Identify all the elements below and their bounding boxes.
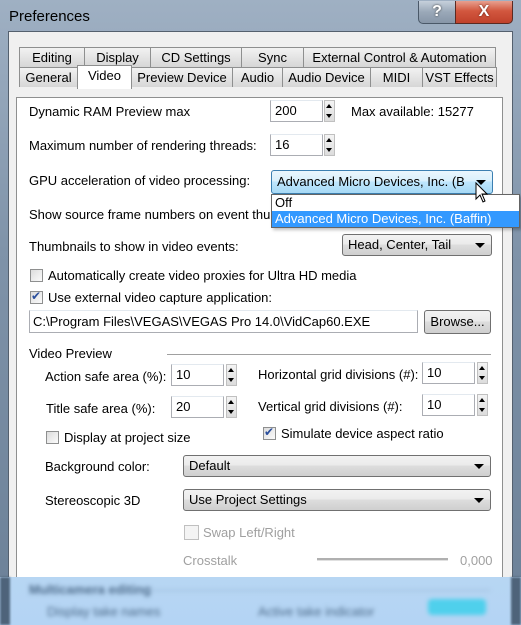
max-available-label: Max available: 15277 [351, 104, 474, 119]
background-color-dropdown[interactable]: Default [183, 455, 491, 477]
background-color-label: Background color: [45, 459, 150, 474]
swap-lr-label: Swap Left/Right [203, 525, 295, 540]
ram-preview-input[interactable]: 200 [270, 100, 323, 122]
render-threads-label: Maximum number of rendering threads: [29, 138, 257, 153]
spin-up-icon [479, 398, 485, 402]
ram-preview-spinner[interactable] [324, 100, 335, 122]
action-safe-spinner[interactable] [226, 364, 237, 386]
window-frame-edge [511, 577, 521, 625]
spin-up-icon [326, 104, 332, 108]
multicamera-group-label: Multicamera editing [29, 582, 152, 597]
gpu-selected-value: Advanced Micro Devices, Inc. (B [277, 174, 465, 189]
display-take-names-label: Display take names [47, 604, 161, 619]
crosstalk-value: 0,000 [460, 553, 493, 568]
group-divider [150, 590, 490, 591]
window-frame-edge [0, 577, 10, 625]
thumbnails-selected-value: Head, Center, Tail [348, 237, 452, 252]
spin-down-icon [479, 408, 485, 412]
crosstalk-slider[interactable] [317, 558, 448, 561]
group-divider [167, 354, 491, 355]
stereoscopic-label: Stereoscopic 3D [45, 493, 141, 508]
v-grid-label: Vertical grid divisions (#): [258, 399, 403, 414]
simulate-aspect-checkbox[interactable] [263, 425, 276, 440]
capture-path-input[interactable]: C:\Program Files\VEGAS\VEGAS Pro 14.0\Vi… [29, 310, 418, 333]
swap-lr-checkbox[interactable] [184, 525, 199, 540]
external-capture-checkbox[interactable] [30, 289, 43, 304]
spin-down-icon [326, 114, 332, 118]
spin-down-icon [228, 410, 234, 414]
spin-up-icon [228, 400, 234, 404]
auto-proxies-label: Automatically create video proxies for U… [48, 268, 357, 283]
gpu-dropdown[interactable]: Advanced Micro Devices, Inc. (B [271, 170, 493, 194]
chevron-down-icon [474, 498, 484, 503]
stereoscopic-dropdown[interactable]: Use Project Settings [183, 489, 491, 511]
active-take-color-swatch [428, 599, 486, 615]
render-threads-input[interactable]: 16 [270, 134, 323, 156]
thumbnails-dropdown[interactable]: Head, Center, Tail [342, 234, 492, 256]
v-grid-input[interactable]: 10 [422, 394, 475, 416]
chevron-down-icon [474, 464, 484, 469]
external-capture-label: Use external video capture application: [48, 290, 273, 305]
thumbnails-label: Thumbnails to show in video events: [29, 239, 239, 254]
title-safe-label: Title safe area (%): [46, 401, 156, 416]
crosstalk-label: Crosstalk [183, 553, 238, 568]
chevron-down-icon [475, 243, 485, 248]
h-grid-input[interactable]: 10 [422, 362, 475, 384]
simulate-aspect-label: Simulate device aspect ratio [281, 426, 444, 441]
action-safe-label: Action safe area (%): [45, 369, 167, 384]
title-safe-input[interactable]: 20 [171, 396, 224, 418]
spin-down-icon [326, 148, 332, 152]
spin-up-icon [479, 366, 485, 370]
render-threads-spinner[interactable] [324, 134, 335, 156]
video-settings: Dynamic RAM Preview max 200 Max availabl… [0, 0, 521, 625]
mouse-cursor-icon [475, 182, 489, 203]
blurred-multicamera-section: Multicamera editing Display take names A… [0, 577, 521, 625]
spin-down-icon [479, 376, 485, 380]
browse-button[interactable]: Browse... [424, 310, 491, 334]
gpu-option-amd[interactable]: Advanced Micro Devices, Inc. (Baffin) [272, 211, 519, 227]
preferences-window: Preferences ? X Editing Display CD Setti… [0, 0, 521, 625]
h-grid-label: Horizontal grid divisions (#): [258, 367, 419, 382]
spin-up-icon [326, 138, 332, 142]
gpu-label: GPU acceleration of video processing: [29, 173, 251, 188]
action-safe-input[interactable]: 10 [171, 364, 224, 386]
auto-proxies-checkbox[interactable] [30, 269, 43, 282]
stereoscopic-selected-value: Use Project Settings [189, 492, 307, 507]
display-project-size-checkbox[interactable] [46, 431, 59, 444]
display-project-size-label: Display at project size [64, 430, 191, 445]
spin-down-icon [228, 378, 234, 382]
spin-up-icon [228, 368, 234, 372]
v-grid-spinner[interactable] [477, 394, 488, 416]
ram-preview-label: Dynamic RAM Preview max [29, 104, 191, 119]
active-take-indicator-label: Active take indicator [258, 604, 375, 619]
h-grid-spinner[interactable] [477, 362, 488, 384]
background-color-selected-value: Default [189, 458, 231, 473]
video-preview-group-label: Video Preview [29, 346, 112, 361]
show-frame-numbers-label: Show source frame numbers on event thu [29, 207, 271, 222]
title-safe-spinner[interactable] [226, 396, 237, 418]
